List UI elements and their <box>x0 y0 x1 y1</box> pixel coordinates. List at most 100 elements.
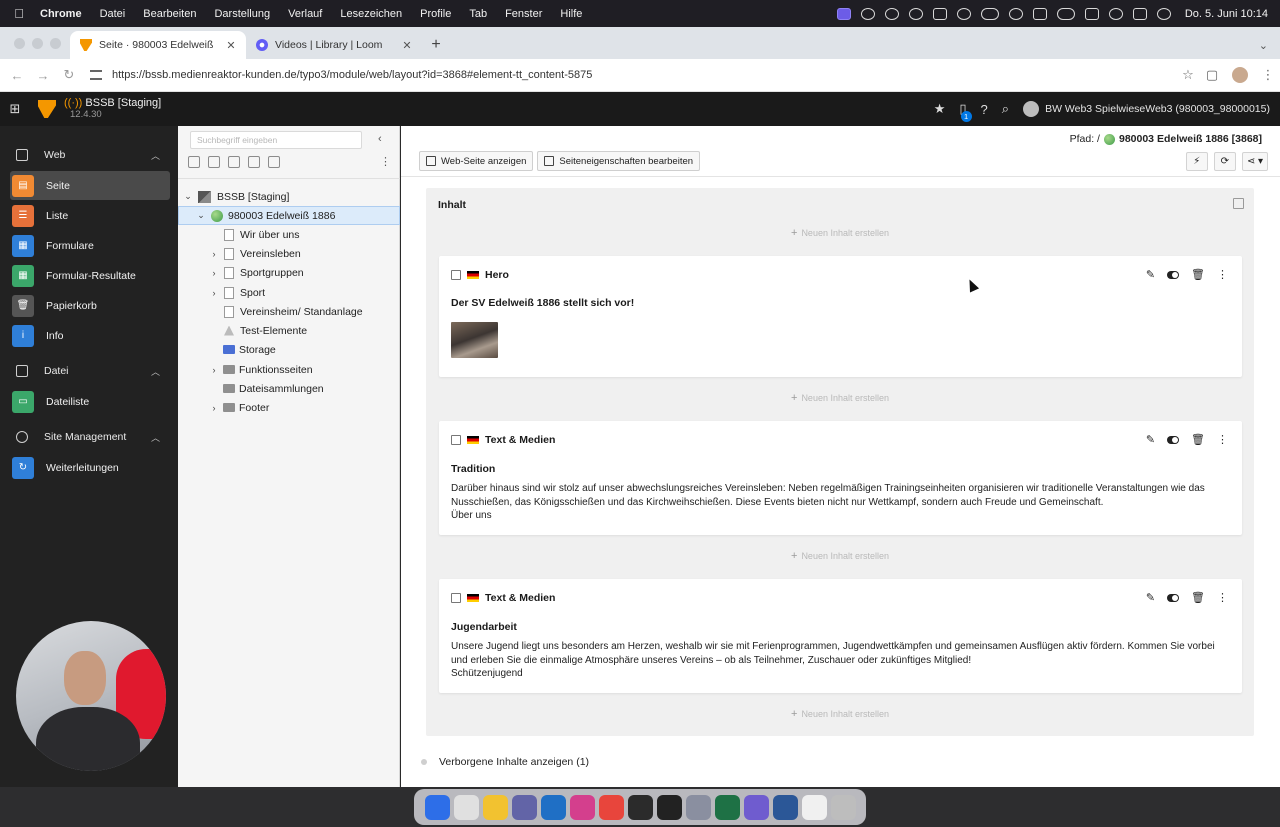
wifi-icon[interactable] <box>1108 7 1123 20</box>
menu-tab[interactable]: Tab <box>460 8 496 20</box>
menubar-clock[interactable]: Do. 5. Juni 10:14 <box>1185 8 1268 20</box>
sync-icon[interactable] <box>1008 7 1023 20</box>
show-hidden-content-toggle[interactable]: Verborgene Inhalte anzeigen (1) <box>421 756 589 768</box>
new-tab-button[interactable]: + <box>422 31 450 59</box>
menu-hilfe[interactable]: Hilfe <box>551 8 591 20</box>
chevron-right-icon[interactable]: › <box>208 268 220 278</box>
module-item-dateiliste[interactable]: ▭ Dateiliste <box>10 387 170 416</box>
chevron-down-icon[interactable]: ⌄ <box>182 191 194 202</box>
tree-node[interactable]: Vereinsheim/ Standanlage <box>208 302 363 321</box>
zoom-window-icon[interactable] <box>50 37 61 49</box>
visibility-toggle-icon[interactable] <box>1167 593 1180 602</box>
content-element[interactable]: Text & Medien ✎ 🗑 ⋮ Tradition Darüber hi… <box>439 421 1242 535</box>
module-item-formulare[interactable]: ▦ Formulare <box>10 231 170 260</box>
bookmark-star-icon[interactable]: ☆ <box>1176 67 1200 83</box>
reload-icon[interactable]: ↻ <box>56 67 82 83</box>
tree-node[interactable]: › Footer <box>208 398 270 417</box>
tree-node[interactable]: › Sport <box>208 283 265 302</box>
view-page-button[interactable]: Web-Seite anzeigen <box>419 151 534 171</box>
tab-search-icon[interactable]: ⌄ <box>1259 31 1268 59</box>
delete-icon[interactable]: 🗑 <box>1191 268 1205 281</box>
battery-icon[interactable] <box>980 7 999 20</box>
cloud-icon[interactable] <box>1056 7 1075 20</box>
new-link-icon[interactable] <box>248 156 260 168</box>
audio-icon[interactable] <box>932 7 947 20</box>
tree-more-icon[interactable]: ⋮ <box>380 155 391 168</box>
more-actions-icon[interactable]: ⋮ <box>1217 433 1228 446</box>
new-page-type-icon[interactable] <box>208 156 220 168</box>
tree-node-selected[interactable]: ⌄ 980003 Edelweiß 1886 <box>178 206 400 225</box>
dock-app-icon[interactable] <box>598 794 624 820</box>
siri-icon[interactable] <box>1156 7 1171 20</box>
control-center-icon[interactable] <box>1132 7 1147 20</box>
profile-avatar[interactable] <box>1232 67 1248 83</box>
screen-mirror-icon[interactable] <box>1084 7 1099 20</box>
path-page[interactable]: 980003 Edelweiß 1886 [3868] <box>1119 133 1262 145</box>
delete-icon[interactable]: 🗑 <box>1191 591 1205 604</box>
browser-tab-seite[interactable]: Seite · 980003 Edelweiß 1886 ✕ <box>70 31 246 59</box>
more-actions-icon[interactable]: ⋮ <box>1217 268 1228 281</box>
toggle-switch-icon[interactable] <box>421 759 427 765</box>
new-content-button[interactable]: + Neuen Inhalt erstellen <box>426 550 1254 562</box>
module-item-weiterleitungen[interactable]: ↻ Weiterleitungen <box>10 453 170 482</box>
close-window-icon[interactable] <box>14 37 25 49</box>
delete-icon[interactable]: 🗑 <box>1191 433 1205 446</box>
tree-node[interactable]: › Sportgruppen <box>208 263 304 282</box>
menu-darstellung[interactable]: Darstellung <box>205 8 279 20</box>
open-documents-icon[interactable]: ▯ 1 <box>959 101 972 122</box>
module-item-seite[interactable]: ▤ Seite <box>10 171 170 200</box>
vpn-icon[interactable] <box>956 7 971 20</box>
dock-app-icon[interactable] <box>482 794 508 820</box>
close-tab-icon[interactable]: ✕ <box>224 39 238 52</box>
apple-icon[interactable]:  <box>0 6 38 21</box>
new-content-button[interactable]: + Neuen Inhalt erstellen <box>426 227 1254 239</box>
dock-app-icon[interactable] <box>656 794 682 820</box>
new-page-icon[interactable] <box>188 156 200 168</box>
clear-cache-icon[interactable]: ⚡ <box>1185 152 1208 171</box>
content-element[interactable]: Text & Medien ✎ 🗑 ⋮ Jugendarbeit Unsere … <box>439 579 1242 693</box>
module-group-datei[interactable]: Datei ︿ <box>0 356 178 386</box>
menu-datei[interactable]: Datei <box>91 8 135 20</box>
more-actions-icon[interactable]: ⋮ <box>1217 591 1228 604</box>
tree-node[interactable]: Test-Elemente <box>208 321 307 340</box>
chrome-menu-icon[interactable]: ⋮ <box>1256 67 1280 83</box>
visibility-toggle-icon[interactable] <box>1167 435 1180 444</box>
dock-app-icon[interactable] <box>540 794 566 820</box>
chevron-right-icon[interactable]: › <box>208 403 220 413</box>
camera-icon[interactable] <box>884 7 899 20</box>
minimize-window-icon[interactable] <box>32 37 43 49</box>
user-switch-icon[interactable] <box>860 7 875 20</box>
dock-app-icon[interactable] <box>511 794 537 820</box>
dock-app-icon[interactable] <box>685 794 711 820</box>
module-item-formular-resultate[interactable]: ▦ Formular-Resultate <box>10 261 170 290</box>
back-icon[interactable]: ← <box>4 68 30 83</box>
menu-app-name[interactable]: Chrome <box>38 8 91 20</box>
module-item-info[interactable]: i Info <box>10 321 170 350</box>
menu-verlauf[interactable]: Verlauf <box>279 8 331 20</box>
menu-fenster[interactable]: Fenster <box>496 8 551 20</box>
edit-pencil-icon[interactable]: ✎ <box>1146 268 1155 281</box>
module-group-web[interactable]: Web ︿ <box>0 140 178 170</box>
dock-app-icon[interactable] <box>714 794 740 820</box>
extensions-icon[interactable]: ▢ <box>1200 67 1224 83</box>
edit-page-properties-button[interactable]: Seiteneigenschaften bearbeiten <box>537 151 701 171</box>
tree-node[interactable]: Dateisammlungen <box>208 379 324 398</box>
site-settings-icon[interactable] <box>90 70 102 80</box>
menu-profile[interactable]: Profile <box>411 8 460 20</box>
dock-app-icon[interactable] <box>801 794 827 820</box>
chevron-right-icon[interactable]: › <box>208 249 220 259</box>
dock-app-icon[interactable] <box>569 794 595 820</box>
module-menu-toggle-icon[interactable]: ⊞ <box>0 101 30 117</box>
search-icon[interactable]: ⌕ <box>1002 101 1009 117</box>
browser-tab-loom[interactable]: Videos | Library | Loom ✕ <box>246 31 422 59</box>
visibility-toggle-icon[interactable] <box>1167 270 1180 279</box>
tree-node[interactable]: › Vereinsleben <box>208 244 301 263</box>
tree-search-input[interactable]: Suchbegriff eingeben <box>190 131 362 149</box>
new-shortcut-icon[interactable] <box>228 156 240 168</box>
reload-page-icon[interactable]: ⟳ <box>1213 152 1236 171</box>
chevron-down-icon[interactable]: ⌄ <box>195 210 207 221</box>
edit-pencil-icon[interactable]: ✎ <box>1146 433 1155 446</box>
dock-app-icon[interactable] <box>772 794 798 820</box>
module-group-site-management[interactable]: Site Management ︿ <box>0 422 178 452</box>
menu-bearbeiten[interactable]: Bearbeiten <box>134 8 205 20</box>
